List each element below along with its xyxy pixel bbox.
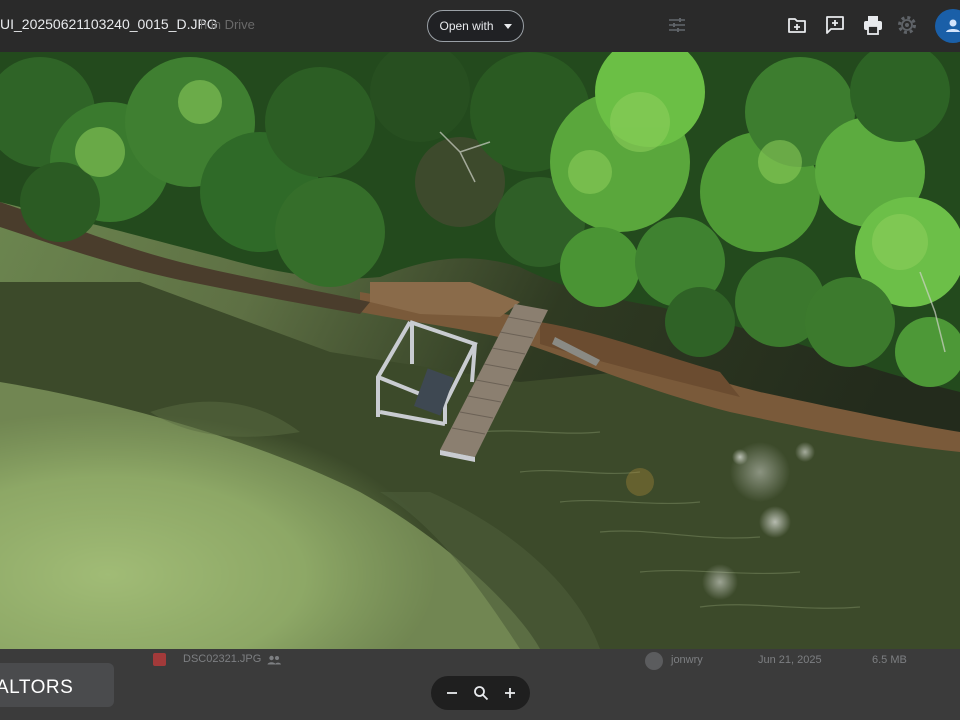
settings-icon[interactable] [896, 14, 918, 36]
image-viewer: UI_20250621103240_0015_D.JPG h in Drive … [0, 0, 960, 720]
viewer-toolbar: UI_20250621103240_0015_D.JPG h in Drive … [0, 0, 960, 52]
background-title: h in Drive [200, 17, 255, 32]
file-row-name[interactable]: DSC02321.JPG [183, 653, 261, 665]
zoom-icon[interactable] [470, 682, 492, 704]
image-file-icon [153, 653, 166, 666]
open-with-button[interactable]: Open with [427, 10, 524, 42]
account-avatar[interactable] [935, 9, 960, 43]
print-icon[interactable] [862, 14, 884, 36]
chevron-down-icon [503, 23, 512, 29]
shared-icon [267, 655, 281, 665]
photo-preview [0, 52, 960, 649]
zoom-controls [431, 676, 530, 710]
open-with-label: Open with [439, 19, 494, 33]
drive-file-list-backdrop: ALTORS DSC02321.JPG jonwry Jun 21, 2025 … [0, 649, 960, 720]
add-to-drive-icon[interactable] [786, 14, 808, 36]
file-row-size: 6.5 MB [872, 654, 907, 666]
file-row-owner: jonwry [671, 654, 703, 666]
owner-avatar [645, 652, 663, 670]
zoom-in-icon[interactable] [499, 682, 521, 704]
file-row-modified: Jun 21, 2025 [758, 654, 822, 666]
aerial-lake-dock-photo [0, 52, 960, 649]
filter-icon [669, 18, 685, 32]
file-name: UI_20250621103240_0015_D.JPG [0, 16, 218, 32]
watermark-text: ALTORS [0, 677, 74, 698]
zoom-out-icon[interactable] [441, 682, 463, 704]
add-comment-icon[interactable] [824, 14, 846, 36]
person-icon [946, 19, 960, 32]
